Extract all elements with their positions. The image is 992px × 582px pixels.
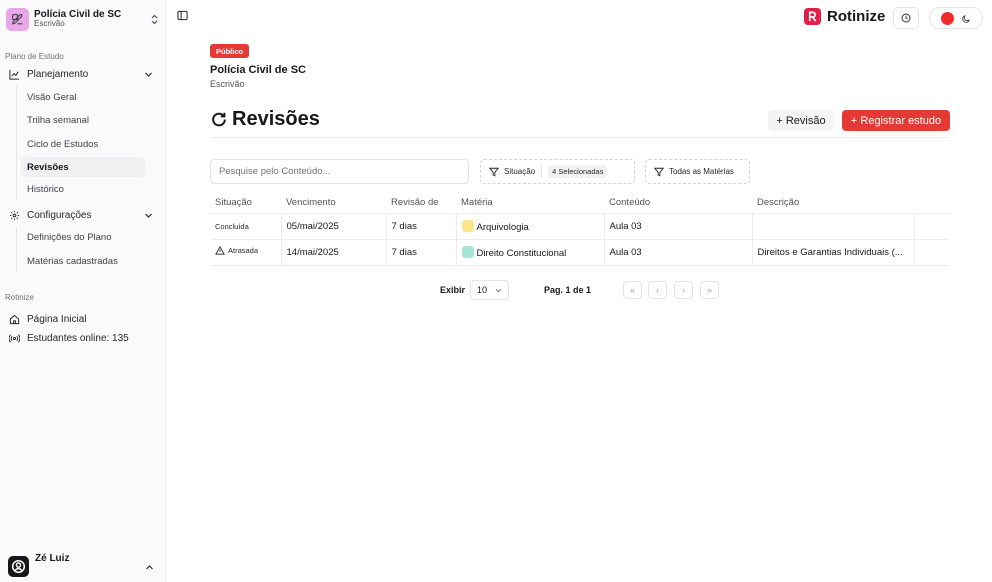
- status-badge: Público: [210, 44, 250, 58]
- table-header: Situação Vencimento Revisão de Matéria C…: [210, 192, 950, 214]
- nav-planejamento[interactable]: Planejamento: [6, 65, 158, 84]
- nav-ciclo-estudos[interactable]: Ciclo de Estudos: [21, 134, 145, 154]
- section-plano-label: Plano de Estudo: [5, 52, 64, 61]
- chevron-up-down-icon: [150, 14, 160, 25]
- col-conteudo[interactable]: Conteúdo: [604, 192, 752, 214]
- table-row[interactable]: Concluída 05/mai/2025 7 dias Arquivologi…: [210, 213, 950, 240]
- user-name: Zé Luiz: [35, 553, 70, 564]
- add-revisao-button[interactable]: + Revisão: [768, 110, 834, 131]
- nav-definicoes-plano[interactable]: Definições do Plano: [21, 227, 145, 247]
- cell-actions: [914, 239, 950, 266]
- refresh-icon: [210, 111, 232, 129]
- home-icon: [9, 314, 22, 325]
- col-situacao[interactable]: Situação: [210, 192, 281, 214]
- nav-pagina-inicial[interactable]: Página Inicial: [6, 310, 158, 329]
- cell-descricao: Direitos e Garantias Individuais (...: [752, 239, 915, 266]
- materia-color-swatch: [461, 245, 474, 258]
- sidebar: Polícia Civil de SC Escrivão Plano de Es…: [0, 0, 166, 582]
- plan-title: Polícia Civil de SC: [210, 64, 306, 76]
- nav-pagina-inicial-label: Página Inicial: [27, 314, 87, 325]
- theme-toggle[interactable]: [929, 7, 983, 29]
- nav-visao-geral[interactable]: Visão Geral: [21, 87, 145, 107]
- filter-materias[interactable]: Todas as Matérias: [645, 159, 750, 184]
- next-page-button[interactable]: ›: [674, 281, 693, 299]
- chevron-down-icon: [495, 287, 502, 294]
- moon-icon: [962, 14, 971, 23]
- online-students-label: Estudantes online: 135: [27, 333, 129, 344]
- page-indicator: Pag. 1 de 1: [544, 285, 592, 295]
- chevron-down-icon: [144, 70, 153, 79]
- org-switcher[interactable]: Polícia Civil de SC Escrivão: [6, 6, 160, 32]
- cell-actions: [914, 213, 950, 240]
- first-page-button[interactable]: «: [623, 281, 642, 299]
- cell-vencimento: 14/mai/2025: [281, 239, 387, 266]
- col-vencimento[interactable]: Vencimento: [281, 192, 386, 214]
- broadcast-icon: [9, 333, 22, 344]
- prev-page-button[interactable]: ‹: [648, 281, 667, 299]
- cell-vencimento: 05/mai/2025: [281, 213, 387, 240]
- cell-materia: Arquivologia: [456, 213, 605, 240]
- history-button[interactable]: [893, 7, 919, 29]
- chevron-up-icon: [145, 563, 154, 572]
- online-students: Estudantes online: 135: [6, 329, 158, 348]
- filter-situacao-count: 4 Selecionadas: [548, 165, 608, 178]
- nav-configuracoes[interactable]: Configurações: [6, 206, 158, 225]
- gear-icon: [9, 210, 22, 221]
- clock-icon: [901, 13, 911, 23]
- section-rotinize-label: Rotinize: [5, 293, 34, 302]
- exibir-label: Exibir: [440, 285, 466, 295]
- filter-icon: [654, 167, 669, 177]
- toggle-sidebar-icon[interactable]: [177, 10, 189, 22]
- col-materia[interactable]: Matéria: [456, 192, 604, 214]
- chevron-down-icon: [144, 211, 153, 220]
- chart-line-icon: [9, 69, 22, 80]
- status-atrasada: Atrasada: [215, 246, 258, 255]
- col-revisao[interactable]: Revisão de: [386, 192, 456, 214]
- nav-materias-cadastradas[interactable]: Matérias cadastradas: [21, 251, 145, 271]
- filter-situacao-label: Situação: [504, 167, 536, 176]
- nav-trilha-semanal[interactable]: Trilha semanal: [21, 110, 145, 130]
- table-row[interactable]: Atrasada 14/mai/2025 7 dias Direito Cons…: [210, 239, 950, 266]
- status-concluida: Concluída: [215, 221, 249, 231]
- registrar-estudo-button[interactable]: + Registrar estudo: [842, 110, 950, 131]
- org-role: Escrivão: [34, 19, 65, 29]
- filter-situacao[interactable]: Situação 4 Selecionadas: [480, 159, 635, 184]
- divider: [210, 137, 950, 138]
- cell-conteudo: Aula 03: [604, 213, 753, 240]
- col-descricao[interactable]: Descrição: [752, 192, 914, 214]
- cell-conteudo: Aula 03: [604, 239, 753, 266]
- nav-revisoes[interactable]: Revisões: [21, 157, 145, 177]
- user-menu[interactable]: Zé Luiz: [8, 551, 158, 579]
- page-size-control: Exibir 10: [440, 280, 510, 300]
- col-actions: [914, 192, 950, 214]
- search-input[interactable]: [210, 159, 469, 184]
- materia-color-swatch: [461, 219, 474, 232]
- cell-revisao: 7 dias: [386, 213, 457, 240]
- page-title-text: Revisões: [232, 108, 320, 130]
- nav-historico[interactable]: Histórico: [21, 179, 145, 199]
- nav-configuracoes-label: Configurações: [27, 210, 92, 221]
- cell-revisao: 7 dias: [386, 239, 457, 266]
- rotinize-logo-icon: [804, 8, 821, 25]
- revisoes-table: Situação Vencimento Revisão de Matéria C…: [210, 192, 950, 266]
- cell-descricao: [752, 213, 915, 240]
- notebook-icon: [6, 7, 29, 31]
- page-size-select[interactable]: 10: [470, 280, 510, 300]
- plan-subtitle: Escrivão: [210, 79, 245, 89]
- page-title: Revisões: [210, 108, 320, 131]
- cell-materia: Direito Constitucional: [456, 239, 605, 266]
- filter-materias-label: Todas as Matérias: [669, 167, 734, 176]
- brand: Rotinize: [804, 8, 885, 25]
- record-dot-icon: [941, 11, 954, 25]
- brand-name: Rotinize: [827, 8, 886, 25]
- avatar: [8, 556, 29, 577]
- last-page-button[interactable]: »: [700, 281, 719, 299]
- warning-icon: [215, 246, 228, 255]
- nav-planejamento-label: Planejamento: [27, 69, 89, 80]
- filter-icon: [489, 167, 504, 177]
